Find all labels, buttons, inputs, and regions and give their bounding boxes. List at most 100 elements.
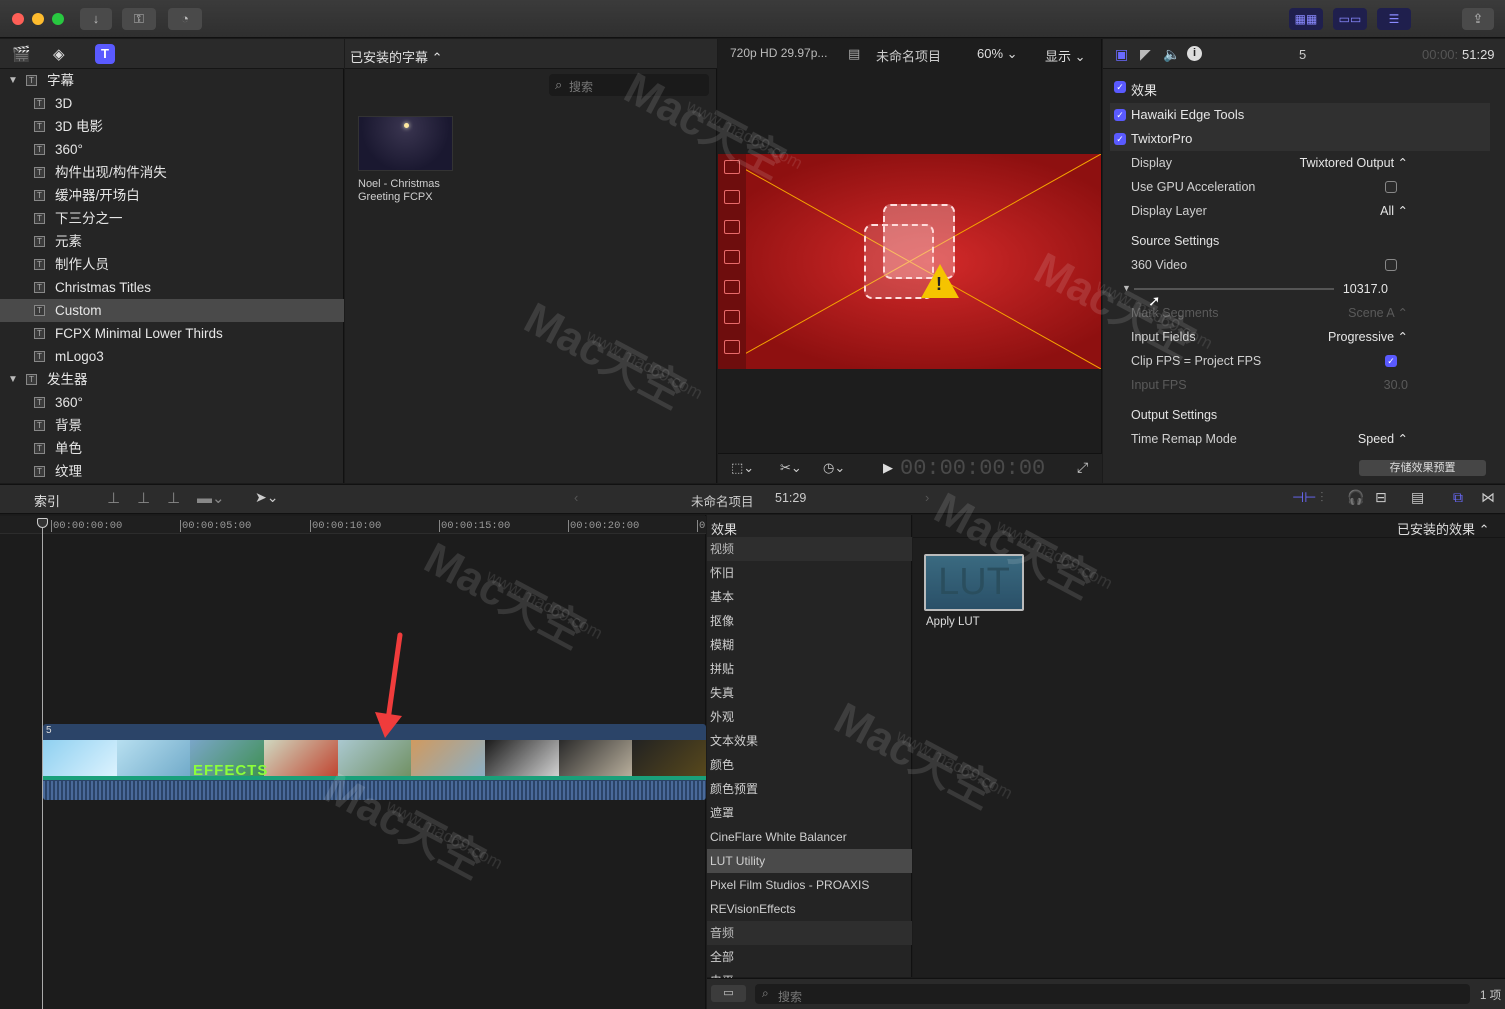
inspector-checkbox[interactable]	[1385, 181, 1397, 193]
effects-category-item[interactable]: 抠像	[707, 609, 912, 633]
effects-category-item[interactable]: REVisionEffects	[707, 897, 912, 921]
effects-category-item[interactable]: 全部	[707, 945, 912, 969]
library-item[interactable]: T 360°	[0, 391, 344, 414]
inspector-row-value[interactable]: 30.0	[1384, 373, 1408, 397]
library-view-button[interactable]: ▦▦	[1289, 8, 1323, 30]
info-inspector-icon[interactable]: i	[1187, 46, 1202, 61]
effects-category-header[interactable]: 视频	[707, 537, 912, 561]
library-item[interactable]: T Custom	[0, 299, 344, 322]
solo-headphones-icon[interactable]: 🎧	[1347, 489, 1364, 506]
effects-category-item[interactable]: LUT Utility	[707, 849, 912, 873]
index-button[interactable]: 索引	[34, 491, 60, 510]
library-group[interactable]: ▼ T 发生器	[0, 368, 344, 391]
noel-christmas-thumbnail[interactable]	[358, 116, 453, 171]
inspector-row-value[interactable]: Speed ⌃	[1358, 427, 1408, 451]
titles-generators-icon[interactable]: T	[95, 44, 115, 64]
library-item[interactable]: T 3D	[0, 92, 344, 115]
effects-category-item[interactable]: 外观	[707, 705, 912, 729]
library-item[interactable]: TmLogo3	[0, 345, 344, 368]
forward-arrow-icon[interactable]: ›	[925, 490, 929, 505]
library-item[interactable]: T 360°	[0, 138, 344, 161]
library-item[interactable]: T 纹理	[0, 460, 344, 483]
inspector-row-value[interactable]: All ⌃	[1380, 199, 1408, 223]
close-window-button[interactable]	[12, 13, 24, 25]
frame-slider[interactable]	[1134, 288, 1334, 290]
disclosure-triangle-icon[interactable]: ▼	[8, 69, 18, 92]
library-item[interactable]: T Christmas Titles	[0, 276, 344, 299]
library-item[interactable]: T 构件出现/构件消失	[0, 161, 344, 184]
inspector-view-button[interactable]: ☰	[1377, 8, 1411, 30]
library-item[interactable]: T 制作人员	[0, 253, 344, 276]
effects-search-field[interactable]: ⌕ 搜索	[755, 984, 1470, 1004]
slider-thumb-icon[interactable]: ▼	[1122, 283, 1131, 293]
browser-search-field[interactable]: ⌕ 搜索	[549, 74, 709, 96]
inspector-checkbox[interactable]	[1385, 259, 1397, 271]
effects-category-item[interactable]: 失真	[707, 681, 912, 705]
fullscreen-icon[interactable]: ⤢	[1077, 459, 1088, 476]
viewer-format[interactable]: 720p HD 29.97p...	[730, 46, 827, 60]
skimming-icon[interactable]: ⊣⊢	[1292, 489, 1316, 506]
effects-section-checkbox[interactable]: ✓	[1114, 81, 1126, 93]
hawaiki-checkbox[interactable]: ✓	[1114, 109, 1126, 121]
import-icon[interactable]: ↓	[80, 8, 112, 30]
sidebar-toggle-icon[interactable]: ▭	[711, 985, 746, 1002]
transform-menu-icon[interactable]: ⬚⌄	[731, 460, 754, 476]
enhance-menu-icon[interactable]: ✂⌄	[780, 460, 802, 476]
overwrite-clip-icon[interactable]: ▬⌄	[197, 489, 225, 507]
timeline-view-button[interactable]: ▭▭	[1333, 8, 1367, 30]
effects-category-item[interactable]: 基本	[707, 585, 912, 609]
audio-inspector-icon[interactable]: 🔈	[1163, 46, 1180, 63]
installed-effects-menu[interactable]: 已安装的效果 ⌃	[1397, 519, 1490, 538]
play-button[interactable]: ▶	[883, 460, 893, 476]
insert-clip-icon[interactable]: ⊥	[137, 489, 150, 507]
select-tool-icon[interactable]: ➤⌄	[255, 489, 278, 506]
viewer-video-frame[interactable]: !	[718, 154, 1101, 369]
library-item[interactable]: T 3D 电影	[0, 115, 344, 138]
color-inspector-icon[interactable]: ◤	[1140, 46, 1151, 63]
retime-menu-icon[interactable]: ◷⌄	[823, 460, 845, 476]
transitions-browser-icon[interactable]: ⋈	[1481, 489, 1495, 506]
library-item[interactable]: T 缓冲器/开场白	[0, 184, 344, 207]
library-item[interactable]: T 单色	[0, 437, 344, 460]
photos-icon[interactable]: ◈	[53, 45, 71, 63]
effects-category-item[interactable]: 拼贴	[707, 657, 912, 681]
connect-clip-icon[interactable]: ⊥	[107, 489, 120, 507]
inspector-row-value[interactable]: Progressive ⌃	[1328, 325, 1408, 349]
effects-category-item[interactable]: Pixel Film Studios - PROAXIS	[707, 873, 912, 897]
append-clip-icon[interactable]: ⊥	[167, 489, 180, 507]
video-inspector-icon[interactable]: ▣	[1115, 46, 1128, 63]
apply-lut-thumbnail[interactable]: LUT	[924, 554, 1024, 611]
keywords-icon[interactable]: ⚿	[122, 8, 156, 30]
effects-category-item[interactable]: CineFlare White Balancer	[707, 825, 912, 849]
library-group[interactable]: ▼ T 字幕	[0, 69, 344, 92]
inspector-row-value[interactable]: Twixtored Output ⌃	[1300, 151, 1408, 175]
effects-category-item[interactable]: 颜色预置	[707, 777, 912, 801]
library-item[interactable]: T 下三分之一	[0, 207, 344, 230]
share-icon[interactable]: ⇪	[1462, 8, 1494, 30]
twixtor-checkbox[interactable]: ✓	[1114, 133, 1126, 145]
inspector-row-value[interactable]: 10317.0	[1343, 277, 1388, 301]
inspector-row-value[interactable]: Scene A ⌃	[1348, 301, 1408, 325]
audio-skimming-icon[interactable]: ⫶	[1320, 489, 1324, 506]
effects-category-header[interactable]: 音频	[707, 921, 912, 945]
disclosure-triangle-icon[interactable]: ▼	[8, 368, 18, 391]
browser-title[interactable]: 已安装的字幕 ⌃	[350, 47, 443, 66]
back-arrow-icon[interactable]: ‹	[574, 490, 578, 505]
inspector-checkbox[interactable]: ✓	[1385, 355, 1397, 367]
effects-category-item[interactable]: 颜色	[707, 753, 912, 777]
effects-browser-icon[interactable]: ⧉	[1453, 489, 1463, 506]
effects-category-item[interactable]: 遮罩	[707, 801, 912, 825]
viewer-zoom-menu[interactable]: 60% ⌄	[977, 46, 1018, 62]
effects-category-item[interactable]: 怀旧	[707, 561, 912, 585]
save-effects-preset-button[interactable]: 存储效果预置	[1359, 460, 1486, 476]
effects-category-item[interactable]: 模糊	[707, 633, 912, 657]
clip-appearance-icon[interactable]: ▤	[1411, 489, 1424, 506]
zoom-window-button[interactable]	[52, 13, 64, 25]
background-tasks-icon[interactable]: ◔	[168, 8, 202, 30]
viewer-display-menu[interactable]: 显示 ⌄	[1045, 46, 1086, 65]
clapper-icon[interactable]: 🎬	[12, 45, 31, 63]
library-item[interactable]: T FCPX Minimal Lower Thirds	[0, 322, 344, 345]
minimize-window-button[interactable]	[32, 13, 44, 25]
library-item[interactable]: T 元素	[0, 230, 344, 253]
snapping-icon[interactable]: ⊟	[1375, 489, 1387, 506]
